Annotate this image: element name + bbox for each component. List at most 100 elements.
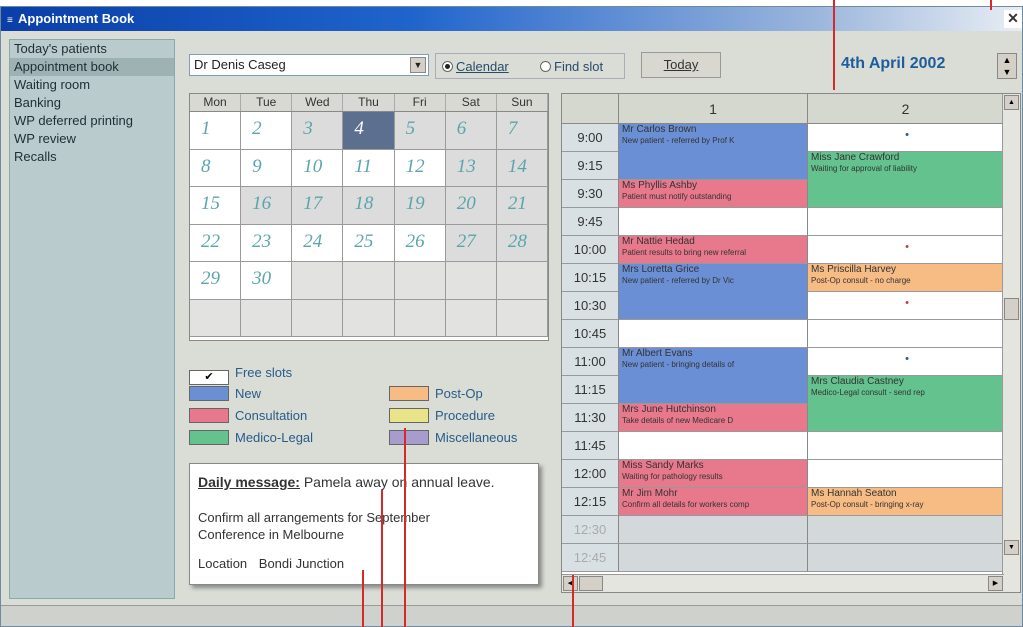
calendar-day[interactable]: 30 (241, 262, 293, 299)
appointment-slot[interactable]: Miss Jane Crawford Waiting for approval o… (808, 152, 1004, 208)
doctor-select[interactable]: Dr Denis Caseg ▼ (189, 54, 429, 76)
appointment-slot[interactable]: Miss Sandy Marks Waiting for pathology re… (619, 460, 808, 488)
calendar-day[interactable]: 29 (190, 262, 242, 299)
calendar-day[interactable]: 5 (394, 112, 446, 149)
calendar-day[interactable]: 17 (292, 187, 344, 224)
sidebar-item-waiting-room[interactable]: Waiting room (10, 76, 174, 94)
calendar-day[interactable]: 10 (292, 149, 344, 186)
window-menu-icon[interactable]: ≡ (7, 15, 13, 26)
appointment-slot[interactable]: Mr Jim Mohr Confirm all details for worke… (619, 488, 808, 516)
calendar-day[interactable]: 11 (343, 149, 395, 186)
appointment-slot[interactable]: Mrs Claudia Castney Medico-Legal consult … (808, 376, 1004, 432)
calendar-day[interactable]: 21 (496, 187, 548, 224)
calendar-day[interactable]: 6 (445, 112, 497, 149)
free-slot[interactable]: • (808, 124, 1004, 152)
free-slot[interactable]: • (808, 292, 1004, 320)
scroll-thumb[interactable] (1004, 298, 1019, 320)
time-slot-label: 11:00 (562, 348, 619, 376)
calendar-day[interactable]: 22 (190, 224, 242, 261)
legend-free-slots[interactable]: ✔ Free slots (189, 365, 292, 385)
mode-calendar-label: Calendar (456, 59, 509, 74)
spin-up-icon[interactable]: ▲ (998, 54, 1016, 66)
sidebar-item-todays-patients[interactable]: Today's patients (10, 40, 174, 58)
scroll-up-icon[interactable]: ▲ (1004, 95, 1019, 110)
column-header[interactable]: 2 (808, 94, 1004, 124)
calendar-empty-cell (445, 262, 497, 299)
sidebar-item-recalls[interactable]: Recalls (10, 148, 174, 166)
appointment-slot[interactable]: Mr Albert Evans New patient - bringing de… (619, 348, 808, 404)
calendar-day[interactable]: 13 (445, 149, 497, 186)
appointment-note: Patient results to bring new referral (622, 248, 747, 257)
appointment-slot[interactable]: Mrs Loretta Grice New patient - referred … (619, 264, 808, 320)
appointment-slot[interactable]: Ms Phyllis Ashby Patient must notify outs… (619, 180, 808, 208)
free-slot[interactable] (619, 208, 808, 236)
appointment-slot[interactable]: Mr Carlos Brown New patient - referred by… (619, 124, 808, 180)
close-button[interactable]: ✕ (1004, 10, 1022, 28)
unavailable-slot[interactable] (808, 544, 1004, 572)
spin-down-icon[interactable]: ▼ (998, 66, 1016, 78)
free-slot[interactable] (808, 320, 1004, 348)
legend-label: Medico-Legal (235, 430, 314, 445)
calendar-day[interactable]: 7 (496, 112, 548, 149)
sidebar-item-wp-deferred-printing[interactable]: WP deferred printing (10, 112, 174, 130)
appointment-slot[interactable]: Ms Hannah Seaton Post-Op consult - bringi… (808, 488, 1004, 516)
horizontal-scrollbar[interactable]: ◀ ▶ (562, 574, 1004, 592)
appointment-slot[interactable]: Mrs June Hutchinson Take details of new M… (619, 404, 808, 432)
calendar-day[interactable]: 12 (395, 149, 446, 186)
unavailable-slot[interactable] (619, 516, 808, 544)
calendar-day[interactable]: 20 (445, 187, 497, 224)
chevron-down-icon[interactable]: ▼ (410, 57, 426, 73)
calendar-day[interactable]: 18 (343, 187, 395, 224)
calendar-day[interactable]: 28 (496, 224, 548, 261)
calendar-day[interactable]: 16 (241, 187, 293, 224)
calendar-day[interactable]: 15 (190, 187, 242, 224)
today-button[interactable]: Today (641, 52, 721, 78)
sidebar: Today's patients Appointment book Waitin… (9, 39, 175, 599)
free-slot[interactable] (619, 320, 808, 348)
calendar-day[interactable]: 23 (241, 224, 293, 261)
location-value: Bondi Junction (258, 556, 345, 571)
free-slot[interactable]: • (808, 236, 1004, 264)
scroll-thumb[interactable] (579, 576, 603, 591)
free-slot[interactable] (808, 208, 1004, 236)
checkbox-checked-icon[interactable]: ✔ (189, 370, 229, 385)
scroll-right-icon[interactable]: ▶ (988, 576, 1003, 591)
calendar-day[interactable]: 4 (343, 112, 395, 149)
scroll-down-icon[interactable]: ▼ (1004, 540, 1019, 555)
color-swatch (189, 430, 229, 445)
time-slot-label: 10:30 (562, 292, 619, 320)
calendar-day[interactable]: 8 (190, 149, 242, 186)
calendar-day[interactable]: 2 (241, 112, 293, 149)
date-spinner[interactable]: ▲ ▼ (997, 53, 1017, 79)
calendar-day[interactable]: 14 (496, 149, 548, 186)
calendar-day[interactable]: 24 (292, 224, 344, 261)
calendar-week-row (190, 299, 548, 337)
calendar-day[interactable]: 25 (343, 224, 395, 261)
calendar-day[interactable]: 27 (445, 224, 497, 261)
unavailable-slot[interactable] (619, 544, 808, 572)
calendar-week-row: 15 16 17 18 19 20 21 (190, 187, 548, 225)
mode-calendar-radio[interactable]: Calendar (442, 59, 509, 74)
vertical-scrollbar[interactable]: ▲ ▼ (1002, 94, 1020, 592)
mode-find-slot-radio[interactable]: Find slot (540, 59, 603, 74)
free-slot[interactable]: • (808, 348, 1004, 376)
calendar-day[interactable]: 19 (394, 187, 446, 224)
patient-name: Mr Albert Evans (622, 348, 693, 359)
weekday-label: Mon (190, 94, 242, 111)
calendar-day[interactable]: 3 (292, 112, 344, 149)
unavailable-slot[interactable] (808, 516, 1004, 544)
sidebar-item-banking[interactable]: Banking (10, 94, 174, 112)
calendar-day[interactable]: 26 (395, 224, 446, 261)
calendar-day[interactable]: 9 (241, 149, 293, 186)
free-slot[interactable] (808, 460, 1004, 488)
scroll-left-icon[interactable]: ◀ (563, 576, 578, 591)
free-slot[interactable] (808, 432, 1004, 460)
sidebar-item-wp-review[interactable]: WP review (10, 130, 174, 148)
sidebar-item-appointment-book[interactable]: Appointment book (10, 58, 174, 76)
calendar-day[interactable]: 1 (190, 112, 242, 149)
appointment-slot[interactable]: Ms Priscilla Harvey Post-Op consult - no … (808, 264, 1004, 292)
time-slot-label: 9:45 (562, 208, 619, 236)
appointment-slot[interactable]: Mr Nattie Hedad Patient results to bring … (619, 236, 808, 264)
free-slot[interactable] (619, 432, 808, 460)
column-header[interactable]: 1 (619, 94, 808, 124)
